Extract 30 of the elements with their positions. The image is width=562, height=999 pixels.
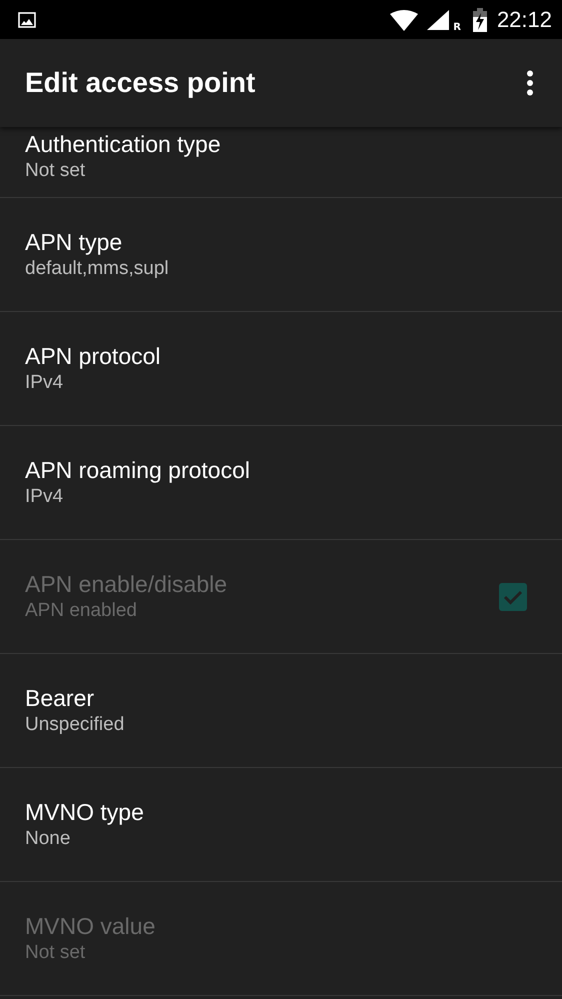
wifi-icon — [389, 8, 420, 30]
preference-summary: IPv4 — [25, 372, 64, 394]
preference-title: MVNO type — [25, 799, 145, 826]
preference-summary: APN enabled — [25, 600, 138, 622]
preference-summary: Unspecified — [25, 714, 126, 736]
preference-title: Authentication type — [25, 131, 222, 158]
preference-item[interactable]: Bearer Unspecified — [0, 654, 562, 768]
preference-title: APN type — [25, 229, 124, 256]
preference-title: APN protocol — [25, 343, 162, 370]
preference-title: Bearer — [25, 685, 96, 712]
check-icon — [503, 588, 523, 604]
preference-item[interactable]: APN protocol IPv4 — [0, 312, 562, 426]
preference-summary: None — [25, 828, 72, 850]
roaming-indicator: R — [453, 22, 461, 33]
preference-item[interactable]: APN type default,mms,supl — [0, 198, 562, 312]
clock: 22:12 — [496, 6, 552, 32]
preference-summary: default,mms,supl — [25, 258, 170, 280]
preference-title: MVNO value — [25, 913, 156, 940]
preference-summary: Not set — [25, 160, 86, 182]
signal-icon — [427, 10, 450, 30]
preference-title: APN enable/disable — [25, 571, 228, 598]
screen-title: Edit access point — [25, 67, 256, 99]
preference-summary: Not set — [25, 942, 86, 964]
preference-title: APN roaming protocol — [25, 457, 251, 484]
picture-icon — [18, 12, 36, 28]
preference-summary: IPv4 — [25, 486, 64, 508]
preference-item[interactable]: Authentication type Not set — [0, 127, 562, 198]
preference-item[interactable]: APN roaming protocol IPv4 — [0, 426, 562, 540]
preference-item[interactable]: MVNO type None — [0, 768, 562, 882]
battery-charging-icon — [472, 8, 487, 32]
